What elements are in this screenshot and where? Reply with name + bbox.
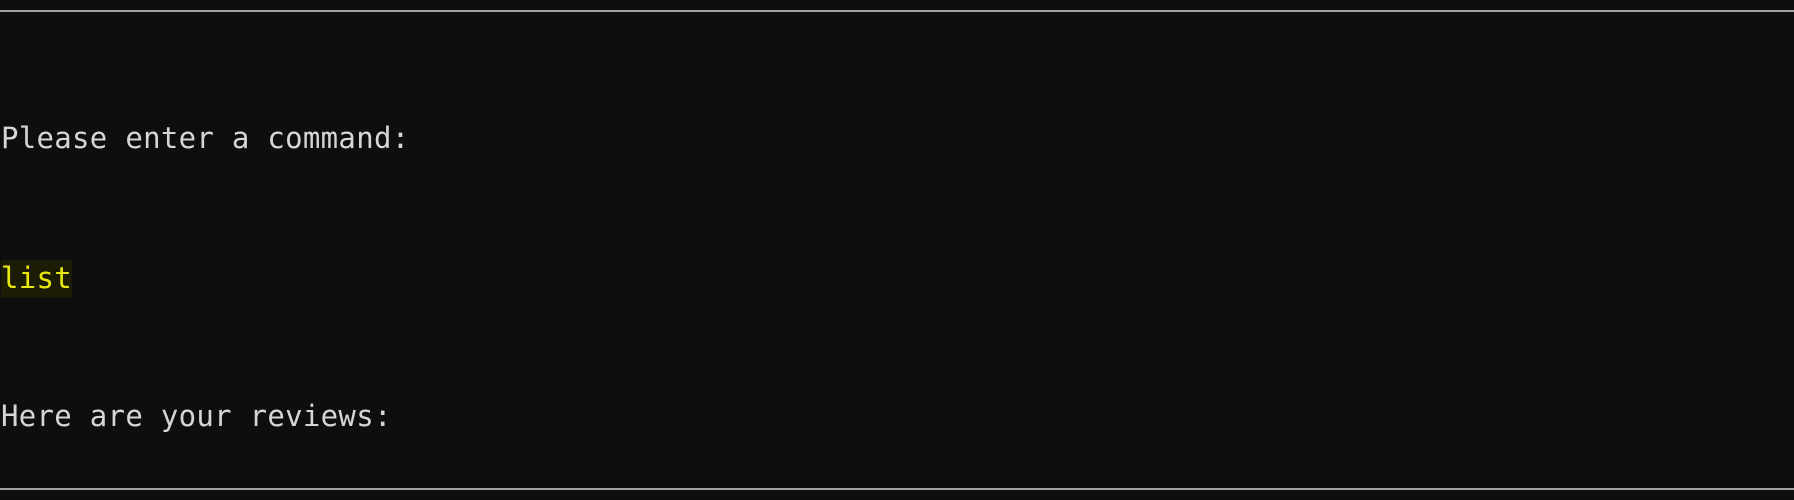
command-echo-line: list [0,259,1794,298]
prompt-message: Please enter a command: [1,121,410,156]
top-divider-rule [0,10,1794,12]
result-message: Here are your reviews: [1,398,392,433]
command-input-echo[interactable]: list [1,259,73,298]
terminal-window[interactable]: Please enter a command: list Here are yo… [0,0,1794,500]
bottom-divider-rule [0,488,1794,490]
terminal-output: Please enter a command: list Here are yo… [0,17,1794,500]
